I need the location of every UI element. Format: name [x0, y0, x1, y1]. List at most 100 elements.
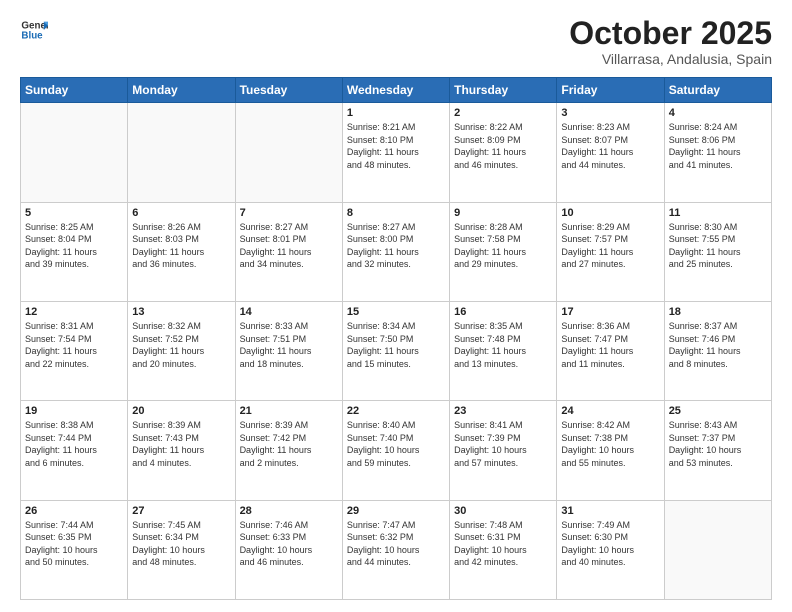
table-cell: 7Sunrise: 8:27 AM Sunset: 8:01 PM Daylig… [235, 202, 342, 301]
page: General Blue October 2025 Villarrasa, An… [0, 0, 792, 612]
table-cell: 10Sunrise: 8:29 AM Sunset: 7:57 PM Dayli… [557, 202, 664, 301]
day-info: Sunrise: 8:27 AM Sunset: 8:00 PM Dayligh… [347, 221, 445, 271]
table-cell [664, 500, 771, 599]
col-thursday: Thursday [450, 78, 557, 103]
table-cell [235, 103, 342, 202]
table-cell: 12 Sunrise: 8:31 AM Sunset: 7:54 PM Dayli… [21, 301, 128, 400]
col-sunday: Sunday [21, 78, 128, 103]
day-number: 3 [561, 107, 659, 119]
table-cell: 26 Sunrise: 7:44 AM Sunset: 6:35 PM Dayli… [21, 500, 128, 599]
day-number: 2 [454, 107, 552, 119]
day-number: 5 [25, 207, 123, 219]
day-number: 16 [454, 306, 552, 318]
day-number: 30 [454, 505, 552, 517]
day-number: 8 [347, 207, 445, 219]
day-number: 10 [561, 207, 659, 219]
day-number: 17 [561, 306, 659, 318]
day-info: Sunrise: 8:39 AM Sunset: 7:42 PM Dayligh… [240, 419, 338, 469]
week-row-5: 26 Sunrise: 7:44 AM Sunset: 6:35 PM Dayli… [21, 500, 772, 599]
table-cell: 22 Sunrise: 8:40 AM Sunset: 7:40 PM Dayli… [342, 401, 449, 500]
table-cell: 23 Sunrise: 8:41 AM Sunset: 7:39 PM Dayli… [450, 401, 557, 500]
day-info: Sunrise: 7:45 AM Sunset: 6:34 PM Dayligh… [132, 519, 230, 569]
day-number: 22 [347, 405, 445, 417]
day-number: 9 [454, 207, 552, 219]
day-number: 21 [240, 405, 338, 417]
table-cell: 30 Sunrise: 7:48 AM Sunset: 6:31 PM Dayli… [450, 500, 557, 599]
day-number: 12 [25, 306, 123, 318]
day-info: Sunrise: 8:25 AM Sunset: 8:04 PM Dayligh… [25, 221, 123, 271]
day-number: 26 [25, 505, 123, 517]
table-cell [21, 103, 128, 202]
table-cell: 15Sunrise: 8:34 AM Sunset: 7:50 PM Dayli… [342, 301, 449, 400]
table-cell: 14 Sunrise: 8:33 AM Sunset: 7:51 PM Dayli… [235, 301, 342, 400]
day-number: 27 [132, 505, 230, 517]
day-info: Sunrise: 8:39 AM Sunset: 7:43 PM Dayligh… [132, 419, 230, 469]
day-info: Sunrise: 8:34 AM Sunset: 7:50 PM Dayligh… [347, 320, 445, 370]
day-info: Sunrise: 7:44 AM Sunset: 6:35 PM Dayligh… [25, 519, 123, 569]
day-info: Sunrise: 8:22 AM Sunset: 8:09 PM Dayligh… [454, 121, 552, 171]
table-cell [128, 103, 235, 202]
day-info: Sunrise: 7:46 AM Sunset: 6:33 PM Dayligh… [240, 519, 338, 569]
table-cell: 27 Sunrise: 7:45 AM Sunset: 6:34 PM Dayli… [128, 500, 235, 599]
table-cell: 13Sunrise: 8:32 AM Sunset: 7:52 PM Dayli… [128, 301, 235, 400]
day-info: Sunrise: 8:26 AM Sunset: 8:03 PM Dayligh… [132, 221, 230, 271]
table-cell: 5 Sunrise: 8:25 AM Sunset: 8:04 PM Daylig… [21, 202, 128, 301]
col-tuesday: Tuesday [235, 78, 342, 103]
day-info: Sunrise: 8:40 AM Sunset: 7:40 PM Dayligh… [347, 419, 445, 469]
table-cell: 11 Sunrise: 8:30 AM Sunset: 7:55 PM Dayli… [664, 202, 771, 301]
day-info: Sunrise: 8:23 AM Sunset: 8:07 PM Dayligh… [561, 121, 659, 171]
day-number: 20 [132, 405, 230, 417]
day-number: 24 [561, 405, 659, 417]
day-info: Sunrise: 8:41 AM Sunset: 7:39 PM Dayligh… [454, 419, 552, 469]
table-cell: 1 Sunrise: 8:21 AM Sunset: 8:10 PM Daylig… [342, 103, 449, 202]
month-title: October 2025 [569, 16, 772, 51]
day-number: 4 [669, 107, 767, 119]
table-cell: 21 Sunrise: 8:39 AM Sunset: 7:42 PM Dayli… [235, 401, 342, 500]
table-cell: 31 Sunrise: 7:49 AM Sunset: 6:30 PM Dayli… [557, 500, 664, 599]
day-number: 19 [25, 405, 123, 417]
table-cell: 4 Sunrise: 8:24 AM Sunset: 8:06 PM Daylig… [664, 103, 771, 202]
day-info: Sunrise: 8:21 AM Sunset: 8:10 PM Dayligh… [347, 121, 445, 171]
week-row-2: 5 Sunrise: 8:25 AM Sunset: 8:04 PM Daylig… [21, 202, 772, 301]
day-info: Sunrise: 8:30 AM Sunset: 7:55 PM Dayligh… [669, 221, 767, 271]
col-wednesday: Wednesday [342, 78, 449, 103]
day-number: 1 [347, 107, 445, 119]
day-number: 31 [561, 505, 659, 517]
day-number: 28 [240, 505, 338, 517]
day-info: Sunrise: 7:47 AM Sunset: 6:32 PM Dayligh… [347, 519, 445, 569]
day-number: 11 [669, 207, 767, 219]
calendar-header-row: Sunday Monday Tuesday Wednesday Thursday… [21, 78, 772, 103]
calendar: Sunday Monday Tuesday Wednesday Thursday… [20, 77, 772, 600]
table-cell: 29Sunrise: 7:47 AM Sunset: 6:32 PM Dayli… [342, 500, 449, 599]
table-cell: 18Sunrise: 8:37 AM Sunset: 7:46 PM Dayli… [664, 301, 771, 400]
day-info: Sunrise: 8:31 AM Sunset: 7:54 PM Dayligh… [25, 320, 123, 370]
day-number: 23 [454, 405, 552, 417]
day-info: Sunrise: 7:48 AM Sunset: 6:31 PM Dayligh… [454, 519, 552, 569]
table-cell: 17 Sunrise: 8:36 AM Sunset: 7:47 PM Dayli… [557, 301, 664, 400]
table-cell: 28 Sunrise: 7:46 AM Sunset: 6:33 PM Dayli… [235, 500, 342, 599]
table-cell: 9 Sunrise: 8:28 AM Sunset: 7:58 PM Daylig… [450, 202, 557, 301]
table-cell: 16 Sunrise: 8:35 AM Sunset: 7:48 PM Dayli… [450, 301, 557, 400]
day-info: Sunrise: 8:42 AM Sunset: 7:38 PM Dayligh… [561, 419, 659, 469]
day-info: Sunrise: 8:43 AM Sunset: 7:37 PM Dayligh… [669, 419, 767, 469]
day-info: Sunrise: 8:36 AM Sunset: 7:47 PM Dayligh… [561, 320, 659, 370]
day-info: Sunrise: 8:28 AM Sunset: 7:58 PM Dayligh… [454, 221, 552, 271]
day-number: 18 [669, 306, 767, 318]
day-number: 6 [132, 207, 230, 219]
day-info: Sunrise: 8:32 AM Sunset: 7:52 PM Dayligh… [132, 320, 230, 370]
day-info: Sunrise: 8:24 AM Sunset: 8:06 PM Dayligh… [669, 121, 767, 171]
table-cell: 8 Sunrise: 8:27 AM Sunset: 8:00 PM Daylig… [342, 202, 449, 301]
title-block: October 2025 Villarrasa, Andalusia, Spai… [569, 16, 772, 67]
day-info: Sunrise: 8:38 AM Sunset: 7:44 PM Dayligh… [25, 419, 123, 469]
table-cell: 3 Sunrise: 8:23 AM Sunset: 8:07 PM Daylig… [557, 103, 664, 202]
day-info: Sunrise: 8:35 AM Sunset: 7:48 PM Dayligh… [454, 320, 552, 370]
table-cell: 24 Sunrise: 8:42 AM Sunset: 7:38 PM Dayli… [557, 401, 664, 500]
location-subtitle: Villarrasa, Andalusia, Spain [569, 51, 772, 67]
day-info: Sunrise: 7:49 AM Sunset: 6:30 PM Dayligh… [561, 519, 659, 569]
table-cell: 20 Sunrise: 8:39 AM Sunset: 7:43 PM Dayli… [128, 401, 235, 500]
day-number: 14 [240, 306, 338, 318]
day-number: 25 [669, 405, 767, 417]
table-cell: 2 Sunrise: 8:22 AM Sunset: 8:09 PM Daylig… [450, 103, 557, 202]
table-cell: 6 Sunrise: 8:26 AM Sunset: 8:03 PM Daylig… [128, 202, 235, 301]
day-info: Sunrise: 8:33 AM Sunset: 7:51 PM Dayligh… [240, 320, 338, 370]
